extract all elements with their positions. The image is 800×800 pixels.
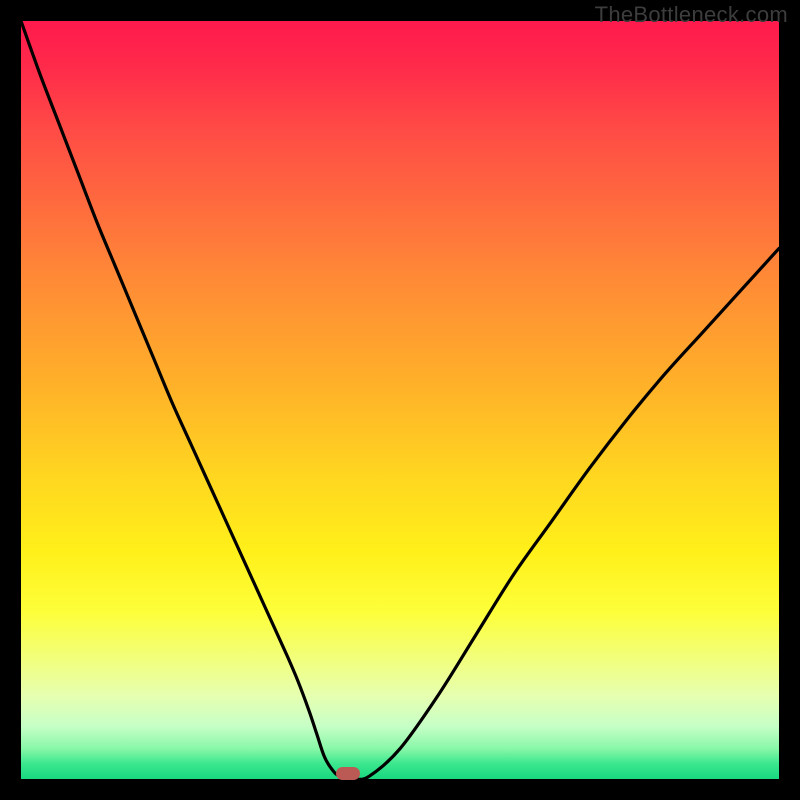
watermark-text: TheBottleneck.com: [595, 2, 788, 28]
curve-path: [21, 21, 779, 779]
bottleneck-curve: [21, 21, 779, 779]
chart-frame: TheBottleneck.com: [0, 0, 800, 800]
optimal-marker: [336, 767, 360, 780]
